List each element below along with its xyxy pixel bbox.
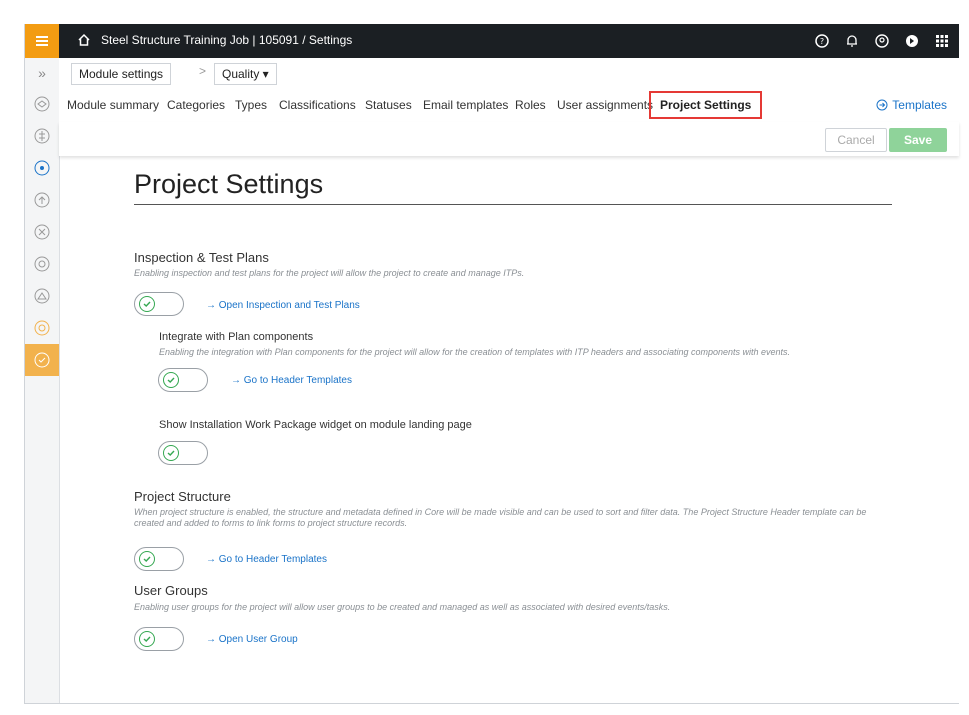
quality-dropdown[interactable]: Quality ▾ (214, 63, 277, 85)
page-title: Project Settings (134, 169, 324, 199)
plan-integration-description: Enabling the integration with Plan compo… (159, 347, 791, 357)
go-to-header-templates-link[interactable]: → Go to Header Templates (231, 375, 352, 386)
project-structure-description: When project structure is enabled, the s… (134, 507, 867, 528)
structure-header-templates-link[interactable]: → Go to Header Templates (206, 554, 327, 565)
module-1-icon (34, 96, 50, 112)
settings-content: Project Settings Inspection & Test Plans… (59, 156, 959, 703)
plan-integration-toggle[interactable] (158, 368, 208, 392)
title-divider (134, 204, 892, 205)
expand-sidebar-icon[interactable]: » (25, 58, 59, 88)
project-structure-title: Project Structure (134, 489, 231, 504)
hamburger-icon (36, 34, 48, 48)
user-icon[interactable] (871, 30, 893, 52)
itp-section-title: Inspection & Test Plans (134, 250, 269, 265)
open-itp-link[interactable]: → Open Inspection and Test Plans (206, 300, 360, 311)
module-7-icon (34, 288, 50, 304)
module-2-icon (34, 128, 50, 144)
svg-text:?: ? (820, 37, 824, 46)
app-window: Steel Structure Training Job | 105091 / … (24, 24, 959, 704)
action-bar: Cancel Save (59, 122, 959, 156)
plan-integration-title: Integrate with Plan components (159, 331, 314, 343)
tab-types[interactable]: Types (235, 98, 267, 112)
exit-icon[interactable] (901, 30, 923, 52)
templates-label: Templates (892, 98, 947, 112)
chevron-right-icon: > (199, 64, 207, 78)
check-icon (139, 551, 155, 567)
save-button[interactable]: Save (889, 128, 947, 152)
itp-toggle[interactable] (134, 292, 184, 316)
module-8-icon (34, 320, 50, 336)
cancel-button[interactable]: Cancel (825, 128, 887, 152)
check-icon (139, 296, 155, 312)
module-breadcrumb: Module settings > Quality ▾ (59, 58, 959, 89)
project-structure-toggle[interactable] (134, 547, 184, 571)
sidebar-item-module-4[interactable] (25, 184, 59, 216)
apps-grid-icon[interactable] (931, 30, 953, 52)
sidebar-item-quality[interactable] (25, 344, 59, 376)
module-sidebar: » (25, 58, 60, 703)
tab-statuses[interactable]: Statuses (365, 98, 412, 112)
check-icon (163, 445, 179, 461)
module-3-icon (34, 160, 50, 176)
top-bar: Steel Structure Training Job | 105091 / … (25, 24, 959, 58)
module-4-icon (34, 192, 50, 208)
sidebar-item-module-3[interactable] (25, 152, 59, 184)
sidebar-item-module-5[interactable] (25, 216, 59, 248)
sidebar-item-module-8[interactable] (25, 312, 59, 344)
module-settings-button[interactable]: Module settings (71, 63, 172, 85)
tab-roles[interactable]: Roles (515, 98, 546, 112)
user-groups-toggle[interactable] (134, 627, 184, 651)
tab-categories[interactable]: Categories (167, 98, 225, 112)
home-icon[interactable] (77, 33, 91, 47)
menu-toggle-button[interactable] (25, 24, 59, 58)
project-title: Steel Structure Training Job | 105091 / … (101, 33, 353, 47)
settings-tabs: Module summary Categories Types Classifi… (59, 88, 959, 123)
check-icon (163, 372, 179, 388)
sidebar-item-module-7[interactable] (25, 280, 59, 312)
sidebar-item-module-2[interactable] (25, 120, 59, 152)
tab-project-settings[interactable]: Project Settings (649, 91, 763, 119)
user-groups-title: User Groups (134, 583, 208, 598)
module-5-icon (34, 224, 50, 240)
itp-description: Enabling inspection and test plans for t… (134, 268, 525, 278)
tab-email-templates[interactable]: Email templates (423, 98, 508, 112)
tab-user-assignments[interactable]: User assignments (557, 98, 653, 112)
open-user-group-link[interactable]: → Open User Group (206, 634, 298, 645)
iwp-widget-title: Show Installation Work Package widget on… (159, 419, 472, 431)
iwp-widget-toggle[interactable] (158, 441, 208, 465)
quality-icon (34, 352, 50, 368)
bell-icon[interactable] (841, 30, 863, 52)
help-icon[interactable]: ? (811, 30, 833, 52)
sidebar-item-module-1[interactable] (25, 88, 59, 120)
user-groups-description: Enabling user groups for the project wil… (134, 602, 671, 612)
tab-module-summary[interactable]: Module summary (67, 98, 159, 112)
templates-link[interactable]: Templates (876, 98, 947, 112)
sidebar-item-module-6[interactable] (25, 248, 59, 280)
module-6-icon (34, 256, 50, 272)
check-icon (139, 631, 155, 647)
arrow-circle-icon (876, 99, 888, 111)
tab-classifications[interactable]: Classifications (279, 98, 356, 112)
